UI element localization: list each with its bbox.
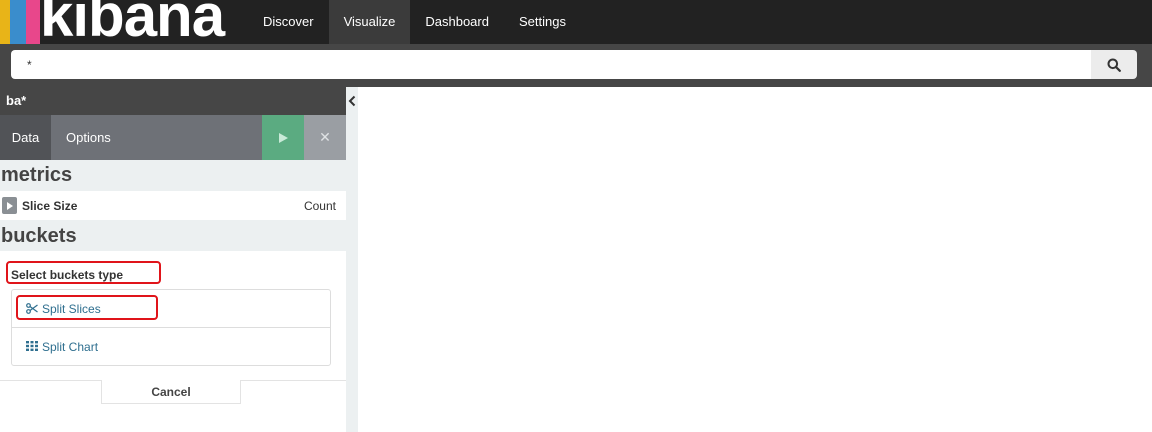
close-icon: ✕ bbox=[319, 129, 331, 145]
metric-label: Slice Size bbox=[22, 199, 78, 213]
main-nav: Discover Visualize Dashboard Settings bbox=[248, 0, 581, 44]
visualization-canvas bbox=[358, 87, 1152, 432]
chevron-left-icon bbox=[348, 95, 356, 107]
highlight-box-split-slices bbox=[16, 295, 158, 320]
kibana-logo[interactable]: kibana bbox=[0, 0, 230, 44]
collapse-sidebar-toggle[interactable] bbox=[346, 87, 358, 432]
bucket-type-label: Split Chart bbox=[42, 340, 99, 354]
sidebar-tabs: Data Options ✕ bbox=[0, 115, 346, 160]
nav-visualize[interactable]: Visualize bbox=[328, 0, 411, 44]
search-icon bbox=[1107, 58, 1121, 72]
apply-changes-button[interactable] bbox=[262, 115, 304, 160]
nav-settings[interactable]: Settings bbox=[504, 0, 581, 44]
play-icon bbox=[279, 132, 288, 143]
tab-data[interactable]: Data bbox=[0, 115, 51, 160]
index-pattern-title: ba* bbox=[0, 87, 346, 115]
buckets-panel: Select buckets type Split Slices Split C… bbox=[0, 251, 346, 432]
cancel-button[interactable]: Cancel bbox=[101, 380, 241, 404]
bucket-type-split-chart[interactable]: Split Chart bbox=[12, 328, 330, 366]
logo-stripe-pink bbox=[26, 0, 40, 44]
top-nav-bar: kibana Discover Visualize Dashboard Sett… bbox=[0, 0, 1152, 44]
logo-stripe-yellow bbox=[0, 0, 10, 44]
nav-discover[interactable]: Discover bbox=[248, 0, 329, 44]
metric-aggregation: Count bbox=[303, 199, 336, 213]
highlight-box-select-label bbox=[6, 261, 161, 284]
search-input[interactable] bbox=[11, 50, 1091, 79]
search-button[interactable] bbox=[1091, 50, 1137, 79]
expand-metric-toggle[interactable] bbox=[2, 197, 17, 214]
grid-icon bbox=[26, 341, 38, 351]
buckets-section-title: buckets bbox=[1, 225, 77, 247]
caret-right-icon bbox=[6, 201, 13, 210]
metric-row-slice-size[interactable]: Slice Size Count bbox=[0, 191, 346, 220]
vis-editor-sidebar: ba* Data Options ✕ metrics Slice Size Co… bbox=[0, 87, 346, 432]
discard-changes-button[interactable]: ✕ bbox=[304, 115, 346, 160]
logo-text: kibana bbox=[40, 0, 225, 44]
tab-options[interactable]: Options bbox=[66, 115, 111, 160]
metrics-section-title: metrics bbox=[1, 164, 73, 186]
query-bar bbox=[0, 44, 1152, 87]
nav-dashboard[interactable]: Dashboard bbox=[410, 0, 504, 44]
logo-stripe-blue bbox=[10, 0, 26, 44]
